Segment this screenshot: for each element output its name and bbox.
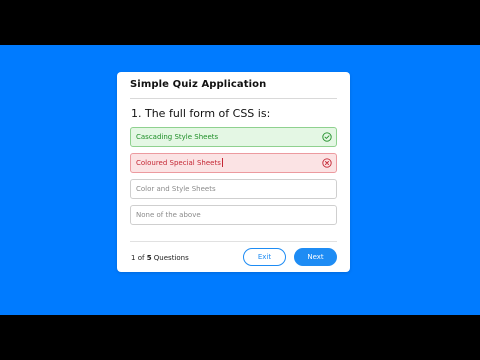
option-label: None of the above [136,211,201,219]
option-label: Cascading Style Sheets [136,133,219,141]
option-list: Cascading Style Sheets Coloured Special … [130,127,337,231]
question-counter: 1 of 5 Questions [131,253,189,263]
app-title: Simple Quiz Application [130,79,267,90]
option-incorrect[interactable]: Coloured Special Sheets [130,153,337,173]
exit-button[interactable]: Exit [243,248,286,266]
counter-current: 1 [131,254,136,262]
option-label: Color and Style Sheets [136,185,216,193]
option-label: Coloured Special Sheets [136,159,221,167]
quiz-card: Simple Quiz Application 1. The full form… [117,72,350,272]
question-text: 1. The full form of CSS is: [131,107,271,120]
counter-total: 5 [146,254,152,262]
check-circle-icon [322,132,332,142]
option-correct[interactable]: Cascading Style Sheets [130,127,337,147]
footer-divider [130,241,337,243]
option-item[interactable]: None of the above [130,205,337,225]
text-cursor [221,158,223,167]
x-circle-icon [322,158,332,168]
quiz-header: Simple Quiz Application [130,79,337,99]
counter-suffix: Questions [153,254,189,262]
counter-of: of [137,254,145,262]
option-item[interactable]: Color and Style Sheets [130,179,337,199]
next-button[interactable]: Next [294,248,337,266]
